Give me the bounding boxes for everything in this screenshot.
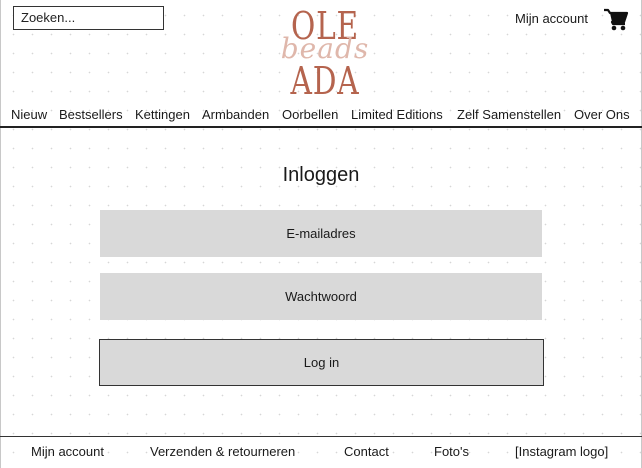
- password-field[interactable]: Wachtwoord: [100, 273, 542, 320]
- shopping-cart-icon[interactable]: [603, 8, 629, 32]
- main-navigation: Nieuw Bestsellers Kettingen Armbanden Oo…: [0, 107, 642, 127]
- nav-item-nieuw[interactable]: Nieuw: [11, 107, 47, 123]
- footer-link-photos[interactable]: Foto's: [434, 444, 469, 460]
- search-input[interactable]: Zoeken...: [13, 6, 164, 30]
- nav-divider: [0, 126, 642, 128]
- footer-instagram-logo[interactable]: [Instagram logo]: [515, 444, 608, 460]
- footer-link-shipping-returns[interactable]: Verzenden & retourneren: [150, 444, 295, 460]
- footer-link-contact[interactable]: Contact: [344, 444, 389, 460]
- account-link[interactable]: Mijn account: [515, 11, 588, 27]
- nav-item-armbanden[interactable]: Armbanden: [202, 107, 269, 123]
- page-title: Inloggen: [282, 164, 360, 186]
- email-field[interactable]: E-mailadres: [100, 210, 542, 257]
- footer-link-account[interactable]: Mijn account: [31, 444, 104, 460]
- footer-divider: [0, 436, 642, 437]
- nav-item-zelf-samenstellen[interactable]: Zelf Samenstellen: [457, 107, 561, 123]
- nav-item-kettingen[interactable]: Kettingen: [135, 107, 190, 123]
- nav-item-bestsellers[interactable]: Bestsellers: [59, 107, 123, 123]
- logo-word-bottom: ADA: [290, 59, 360, 103]
- login-button[interactable]: Log in: [99, 339, 544, 386]
- nav-item-oorbellen[interactable]: Oorbellen: [282, 107, 338, 123]
- nav-item-limited-editions[interactable]: Limited Editions: [351, 107, 443, 123]
- nav-item-over-ons[interactable]: Over Ons: [574, 107, 630, 123]
- frame-left-border: [0, 0, 1, 468]
- brand-logo[interactable]: OLE beads ADA: [270, 2, 380, 103]
